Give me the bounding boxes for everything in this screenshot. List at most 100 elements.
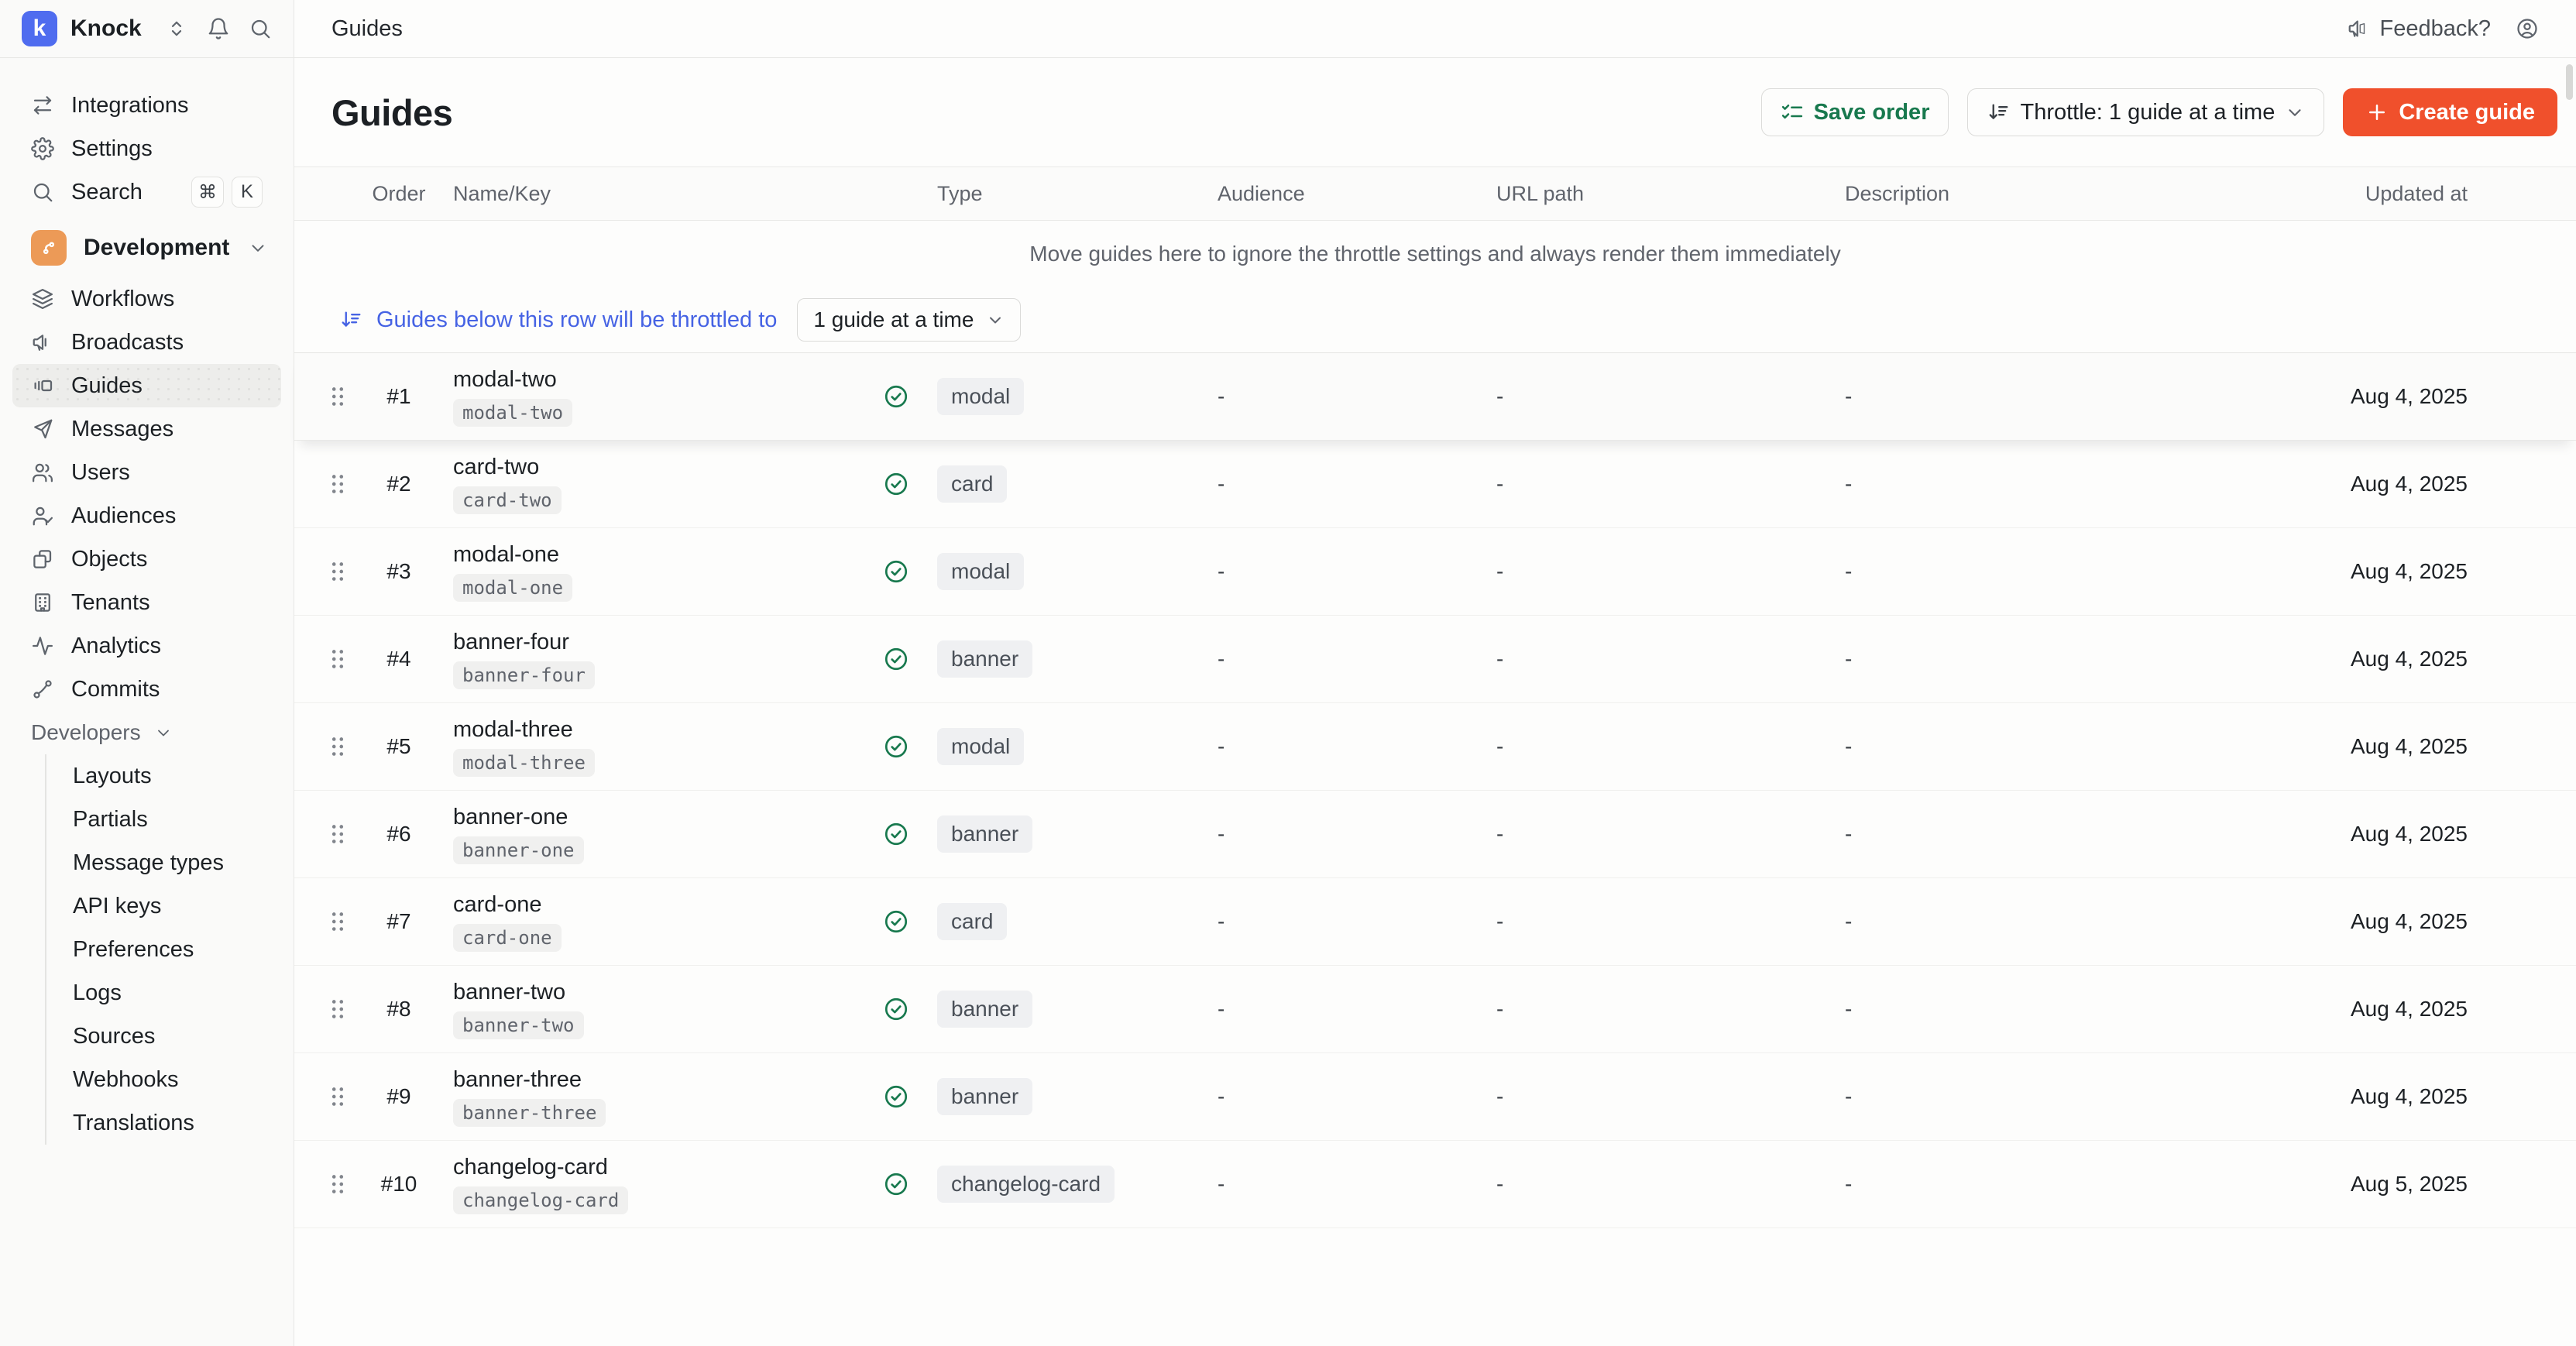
- sidebar-item-guides[interactable]: Guides: [12, 364, 281, 407]
- breadcrumb[interactable]: Guides: [331, 16, 403, 42]
- sidebar-item-objects[interactable]: Objects: [12, 537, 281, 581]
- user-avatar-icon[interactable]: [2516, 12, 2539, 45]
- column-header-updated-at: Updated at: [2149, 182, 2468, 206]
- sidebar-item-integrations[interactable]: Integrations: [12, 84, 281, 127]
- git-commit-branch-icon: [31, 678, 54, 701]
- throttle-divider-label: Guides below this row will be throttled …: [376, 307, 777, 333]
- vertical-scrollbar-thumb[interactable]: [2566, 64, 2573, 100]
- sidebar-item-analytics[interactable]: Analytics: [12, 624, 281, 668]
- table-row[interactable]: #8 banner-two banner-two banner - - - Au…: [294, 966, 2576, 1053]
- drag-handle-icon[interactable]: [329, 560, 346, 583]
- drag-handle-icon[interactable]: [329, 735, 346, 758]
- create-guide-label: Create guide: [2399, 100, 2535, 125]
- guide-audience: -: [1197, 909, 1475, 934]
- layers-icon: [31, 287, 54, 311]
- guide-key-badge: card-one: [453, 924, 562, 952]
- drag-handle-icon[interactable]: [329, 1173, 346, 1196]
- guide-key-badge: changelog-card: [453, 1186, 628, 1214]
- notifications-bell-icon[interactable]: [207, 17, 230, 40]
- table-row[interactable]: #4 banner-four banner-four banner - - - …: [294, 616, 2576, 703]
- drag-handle-icon[interactable]: [329, 472, 346, 496]
- guide-updated-at: Aug 4, 2025: [2149, 734, 2468, 759]
- drag-handle-icon[interactable]: [329, 822, 346, 846]
- guide-name: card-two: [453, 455, 539, 480]
- feedback-button[interactable]: Feedback?: [2347, 16, 2492, 42]
- sidebar-item-workflows[interactable]: Workflows: [12, 277, 281, 321]
- guide-description: -: [1824, 472, 2149, 496]
- sidebar-item-label: Messages: [71, 417, 173, 442]
- developers-section-label: Developers: [31, 720, 141, 745]
- table-row[interactable]: #7 card-one card-one card - - - Aug 4, 2…: [294, 878, 2576, 966]
- sidebar-item-api-keys[interactable]: API keys: [46, 884, 294, 928]
- ignore-throttle-drop-zone[interactable]: Move guides here to ignore the throttle …: [294, 221, 2576, 287]
- sidebar-item-audiences[interactable]: Audiences: [12, 494, 281, 537]
- sidebar-item-message-types[interactable]: Message types: [46, 841, 294, 884]
- throttle-value-dropdown[interactable]: 1 guide at a time: [797, 298, 1021, 342]
- table-row[interactable]: #10 changelog-card changelog-card change…: [294, 1141, 2576, 1228]
- drag-handle-icon[interactable]: [329, 997, 346, 1021]
- drag-handle-icon[interactable]: [329, 910, 346, 933]
- guide-name-cell: banner-three banner-three: [430, 1067, 883, 1127]
- guide-name: modal-one: [453, 542, 559, 568]
- sidebar-item-broadcasts[interactable]: Broadcasts: [12, 321, 281, 364]
- table-row[interactable]: #9 banner-three banner-three banner - - …: [294, 1053, 2576, 1141]
- sidebar-item-partials[interactable]: Partials: [46, 798, 294, 841]
- sidebar-item-translations[interactable]: Translations: [46, 1101, 294, 1145]
- status-active-check-icon: [883, 558, 909, 585]
- guide-key-badge: modal-three: [453, 749, 595, 777]
- column-header-description: Description: [1824, 182, 2149, 206]
- guide-type-badge: changelog-card: [937, 1166, 1115, 1203]
- development-env-icon: [31, 230, 67, 266]
- guide-url-path: -: [1475, 472, 1824, 496]
- workspace-switcher-unfold-icon[interactable]: [165, 17, 188, 40]
- sidebar-item-logs[interactable]: Logs: [46, 971, 294, 1015]
- guide-key-badge: modal-two: [453, 399, 572, 427]
- drag-handle-icon[interactable]: [329, 1085, 346, 1108]
- search-icon[interactable]: [249, 17, 272, 40]
- sidebar-item-commits[interactable]: Commits: [12, 668, 281, 711]
- sidebar-item-preferences[interactable]: Preferences: [46, 928, 294, 971]
- sidebar-item-search[interactable]: Search ⌘ K: [12, 170, 281, 214]
- sidebar-item-tenants[interactable]: Tenants: [12, 581, 281, 624]
- guide-updated-at: Aug 4, 2025: [2149, 559, 2468, 584]
- table-row[interactable]: #3 modal-one modal-one modal - - - Aug 4…: [294, 528, 2576, 616]
- sidebar-item-settings[interactable]: Settings: [12, 127, 281, 170]
- sidebar-item-webhooks[interactable]: Webhooks: [46, 1058, 294, 1101]
- sidebar-item-users[interactable]: Users: [12, 451, 281, 494]
- sidebar-item-messages[interactable]: Messages: [12, 407, 281, 451]
- table-row[interactable]: #6 banner-one banner-one banner - - - Au…: [294, 791, 2576, 878]
- throttle-dropdown-button[interactable]: Throttle: 1 guide at a time: [1967, 88, 2324, 136]
- create-guide-button[interactable]: Create guide: [2343, 88, 2557, 136]
- guide-order: #5: [368, 734, 430, 759]
- drag-handle-icon[interactable]: [329, 385, 346, 408]
- sidebar-item-layouts[interactable]: Layouts: [46, 754, 294, 798]
- drag-handle-icon[interactable]: [329, 647, 346, 671]
- sidebar-item-label: Tenants: [71, 590, 150, 616]
- chevron-down-icon: [246, 238, 270, 258]
- table-row[interactable]: #2 card-two card-two card - - - Aug 4, 2…: [294, 441, 2576, 528]
- knock-logo-letter: k: [33, 15, 46, 42]
- save-order-button[interactable]: Save order: [1761, 88, 1949, 136]
- guide-description: -: [1824, 734, 2149, 759]
- sidebar-item-label: Broadcasts: [71, 330, 184, 355]
- environment-switcher-development[interactable]: Development: [12, 226, 281, 270]
- column-header-name-key: Name/Key: [430, 182, 883, 206]
- sidebar-item-label: Analytics: [71, 634, 161, 659]
- knock-logo: k: [22, 11, 57, 46]
- table-row[interactable]: #5 modal-three modal-three modal - - - A…: [294, 703, 2576, 791]
- developers-section-toggle[interactable]: Developers: [0, 711, 294, 754]
- sidebar-item-label: Search: [71, 180, 143, 205]
- chevron-down-icon: [2285, 102, 2305, 122]
- guide-description: -: [1824, 822, 2149, 846]
- guide-url-path: -: [1475, 1172, 1824, 1197]
- cmd-key-badge: ⌘: [191, 177, 224, 208]
- guide-name: banner-four: [453, 630, 569, 655]
- guide-order: #7: [368, 909, 430, 934]
- chevron-down-icon: [986, 311, 1005, 329]
- table-row[interactable]: #1 modal-two modal-two modal - - - Aug 4…: [294, 353, 2576, 441]
- guide-type-badge: banner: [937, 815, 1032, 853]
- guide-type-badge: modal: [937, 378, 1024, 415]
- guide-key-badge: banner-four: [453, 661, 595, 689]
- sidebar-item-sources[interactable]: Sources: [46, 1015, 294, 1058]
- guide-name-cell: modal-three modal-three: [430, 717, 883, 777]
